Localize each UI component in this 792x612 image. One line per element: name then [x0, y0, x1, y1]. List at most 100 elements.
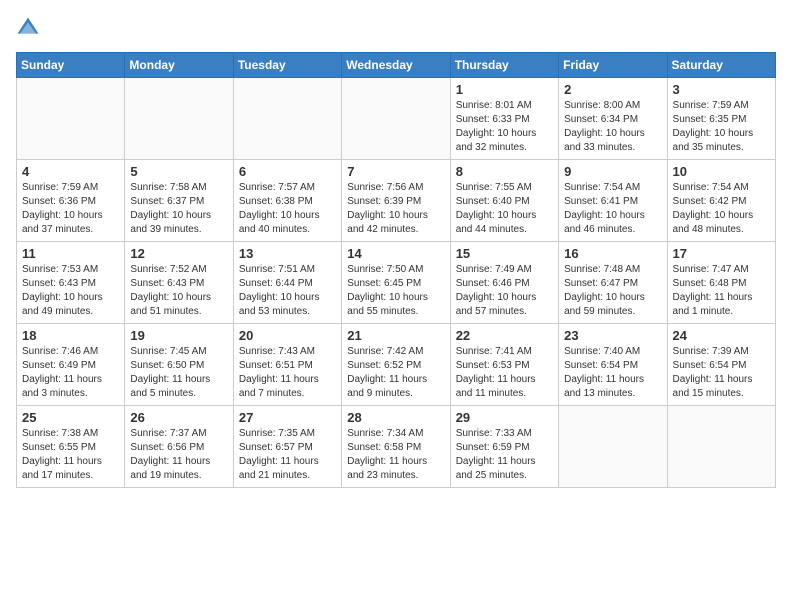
calendar-cell	[17, 78, 125, 160]
day-info: Sunrise: 7:58 AM Sunset: 6:37 PM Dayligh…	[130, 181, 227, 237]
calendar-cell	[125, 78, 233, 160]
day-info: Sunrise: 8:01 AM Sunset: 6:33 PM Dayligh…	[456, 99, 553, 155]
day-number: 20	[239, 328, 336, 343]
logo	[16, 16, 42, 40]
day-number: 29	[456, 410, 553, 425]
header-wednesday: Wednesday	[342, 53, 450, 78]
calendar-cell: 4 Sunrise: 7:59 AM Sunset: 6:36 PM Daylig…	[17, 160, 125, 242]
day-number: 5	[130, 164, 227, 179]
calendar-cell: 12Sunrise: 7:52 AM Sunset: 6:43 PM Dayli…	[125, 242, 233, 324]
calendar-cell: 3 Sunrise: 7:59 AM Sunset: 6:35 PM Daylig…	[667, 78, 775, 160]
header-friday: Friday	[559, 53, 667, 78]
calendar-cell: 18 Sunrise: 7:46 AM Sunset: 6:49 PM Dayli…	[17, 324, 125, 406]
day-number: 17	[673, 246, 770, 261]
calendar-cell: 11 Sunrise: 7:53 AM Sunset: 6:43 PM Dayli…	[17, 242, 125, 324]
day-info: Sunrise: 7:56 AM Sunset: 6:39 PM Dayligh…	[347, 181, 444, 237]
calendar-cell: 27 Sunrise: 7:35 AM Sunset: 6:57 PM Dayli…	[233, 406, 341, 488]
day-number: 1	[456, 82, 553, 97]
calendar-cell: 20 Sunrise: 7:43 AM Sunset: 6:51 PM Dayli…	[233, 324, 341, 406]
day-info: Sunrise: 7:50 AM Sunset: 6:45 PM Dayligh…	[347, 263, 444, 319]
calendar-cell: 10 Sunrise: 7:54 AM Sunset: 6:42 PM Dayli…	[667, 160, 775, 242]
day-number: 7	[347, 164, 444, 179]
day-info: Sunrise: 7:41 AM Sunset: 6:53 PM Dayligh…	[456, 345, 553, 401]
calendar-cell: 13 Sunrise: 7:51 AM Sunset: 6:44 PM Dayli…	[233, 242, 341, 324]
day-number: 28	[347, 410, 444, 425]
day-number: 3	[673, 82, 770, 97]
day-number: 15	[456, 246, 553, 261]
day-number: 24	[673, 328, 770, 343]
header-sunday: Sunday	[17, 53, 125, 78]
calendar-cell: 19 Sunrise: 7:45 AM Sunset: 6:50 PM Dayli…	[125, 324, 233, 406]
day-info: Sunrise: 7:54 AM Sunset: 6:41 PM Dayligh…	[564, 181, 661, 237]
day-number: 26	[130, 410, 227, 425]
calendar-cell	[667, 406, 775, 488]
calendar-cell	[559, 406, 667, 488]
day-number: 10	[673, 164, 770, 179]
calendar-cell: 23Sunrise: 7:40 AM Sunset: 6:54 PM Dayli…	[559, 324, 667, 406]
week-row-4: 18 Sunrise: 7:46 AM Sunset: 6:49 PM Dayli…	[17, 324, 776, 406]
day-info: Sunrise: 7:45 AM Sunset: 6:50 PM Dayligh…	[130, 345, 227, 401]
calendar-cell	[233, 78, 341, 160]
day-number: 16	[564, 246, 661, 261]
day-number: 13	[239, 246, 336, 261]
calendar-cell: 5 Sunrise: 7:58 AM Sunset: 6:37 PM Daylig…	[125, 160, 233, 242]
calendar-cell: 28 Sunrise: 7:34 AM Sunset: 6:58 PM Dayli…	[342, 406, 450, 488]
day-info: Sunrise: 7:52 AM Sunset: 6:43 PM Dayligh…	[130, 263, 227, 319]
calendar-cell: 1 Sunrise: 8:01 AM Sunset: 6:33 PM Daylig…	[450, 78, 558, 160]
day-info: Sunrise: 7:35 AM Sunset: 6:57 PM Dayligh…	[239, 427, 336, 483]
day-number: 22	[456, 328, 553, 343]
page-header	[16, 16, 776, 40]
calendar-cell: 17 Sunrise: 7:47 AM Sunset: 6:48 PM Dayli…	[667, 242, 775, 324]
day-info: Sunrise: 7:59 AM Sunset: 6:35 PM Dayligh…	[673, 99, 770, 155]
day-number: 19	[130, 328, 227, 343]
header-monday: Monday	[125, 53, 233, 78]
day-info: Sunrise: 8:00 AM Sunset: 6:34 PM Dayligh…	[564, 99, 661, 155]
calendar-cell: 2 Sunrise: 8:00 AM Sunset: 6:34 PM Daylig…	[559, 78, 667, 160]
week-row-3: 11 Sunrise: 7:53 AM Sunset: 6:43 PM Dayli…	[17, 242, 776, 324]
day-info: Sunrise: 7:59 AM Sunset: 6:36 PM Dayligh…	[22, 181, 119, 237]
calendar-cell: 14 Sunrise: 7:50 AM Sunset: 6:45 PM Dayli…	[342, 242, 450, 324]
calendar-cell: 9 Sunrise: 7:54 AM Sunset: 6:41 PM Daylig…	[559, 160, 667, 242]
day-info: Sunrise: 7:47 AM Sunset: 6:48 PM Dayligh…	[673, 263, 770, 319]
day-number: 2	[564, 82, 661, 97]
day-info: Sunrise: 7:54 AM Sunset: 6:42 PM Dayligh…	[673, 181, 770, 237]
day-info: Sunrise: 7:46 AM Sunset: 6:49 PM Dayligh…	[22, 345, 119, 401]
day-info: Sunrise: 7:37 AM Sunset: 6:56 PM Dayligh…	[130, 427, 227, 483]
week-row-1: 1 Sunrise: 8:01 AM Sunset: 6:33 PM Daylig…	[17, 78, 776, 160]
calendar-cell: 25Sunrise: 7:38 AM Sunset: 6:55 PM Dayli…	[17, 406, 125, 488]
day-info: Sunrise: 7:40 AM Sunset: 6:54 PM Dayligh…	[564, 345, 661, 401]
calendar-cell: 21 Sunrise: 7:42 AM Sunset: 6:52 PM Dayli…	[342, 324, 450, 406]
day-number: 21	[347, 328, 444, 343]
calendar-cell: 24 Sunrise: 7:39 AM Sunset: 6:54 PM Dayli…	[667, 324, 775, 406]
day-info: Sunrise: 7:48 AM Sunset: 6:47 PM Dayligh…	[564, 263, 661, 319]
day-info: Sunrise: 7:49 AM Sunset: 6:46 PM Dayligh…	[456, 263, 553, 319]
day-info: Sunrise: 7:43 AM Sunset: 6:51 PM Dayligh…	[239, 345, 336, 401]
calendar-cell: 16 Sunrise: 7:48 AM Sunset: 6:47 PM Dayli…	[559, 242, 667, 324]
header-thursday: Thursday	[450, 53, 558, 78]
day-info: Sunrise: 7:34 AM Sunset: 6:58 PM Dayligh…	[347, 427, 444, 483]
day-number: 4	[22, 164, 119, 179]
week-row-2: 4 Sunrise: 7:59 AM Sunset: 6:36 PM Daylig…	[17, 160, 776, 242]
calendar-cell: 6Sunrise: 7:57 AM Sunset: 6:38 PM Daylig…	[233, 160, 341, 242]
calendar-cell	[342, 78, 450, 160]
calendar-cell: 8 Sunrise: 7:55 AM Sunset: 6:40 PM Daylig…	[450, 160, 558, 242]
day-info: Sunrise: 7:42 AM Sunset: 6:52 PM Dayligh…	[347, 345, 444, 401]
day-number: 8	[456, 164, 553, 179]
day-number: 14	[347, 246, 444, 261]
header-tuesday: Tuesday	[233, 53, 341, 78]
header-saturday: Saturday	[667, 53, 775, 78]
calendar-cell: 15 Sunrise: 7:49 AM Sunset: 6:46 PM Dayli…	[450, 242, 558, 324]
day-number: 18	[22, 328, 119, 343]
day-info: Sunrise: 7:33 AM Sunset: 6:59 PM Dayligh…	[456, 427, 553, 483]
day-number: 11	[22, 246, 119, 261]
calendar-cell: 22 Sunrise: 7:41 AM Sunset: 6:53 PM Dayli…	[450, 324, 558, 406]
day-info: Sunrise: 7:51 AM Sunset: 6:44 PM Dayligh…	[239, 263, 336, 319]
day-number: 9	[564, 164, 661, 179]
day-info: Sunrise: 7:55 AM Sunset: 6:40 PM Dayligh…	[456, 181, 553, 237]
week-row-5: 25Sunrise: 7:38 AM Sunset: 6:55 PM Dayli…	[17, 406, 776, 488]
day-number: 6	[239, 164, 336, 179]
calendar-header-row: SundayMondayTuesdayWednesdayThursdayFrid…	[17, 53, 776, 78]
day-info: Sunrise: 7:39 AM Sunset: 6:54 PM Dayligh…	[673, 345, 770, 401]
day-number: 27	[239, 410, 336, 425]
day-info: Sunrise: 7:53 AM Sunset: 6:43 PM Dayligh…	[22, 263, 119, 319]
